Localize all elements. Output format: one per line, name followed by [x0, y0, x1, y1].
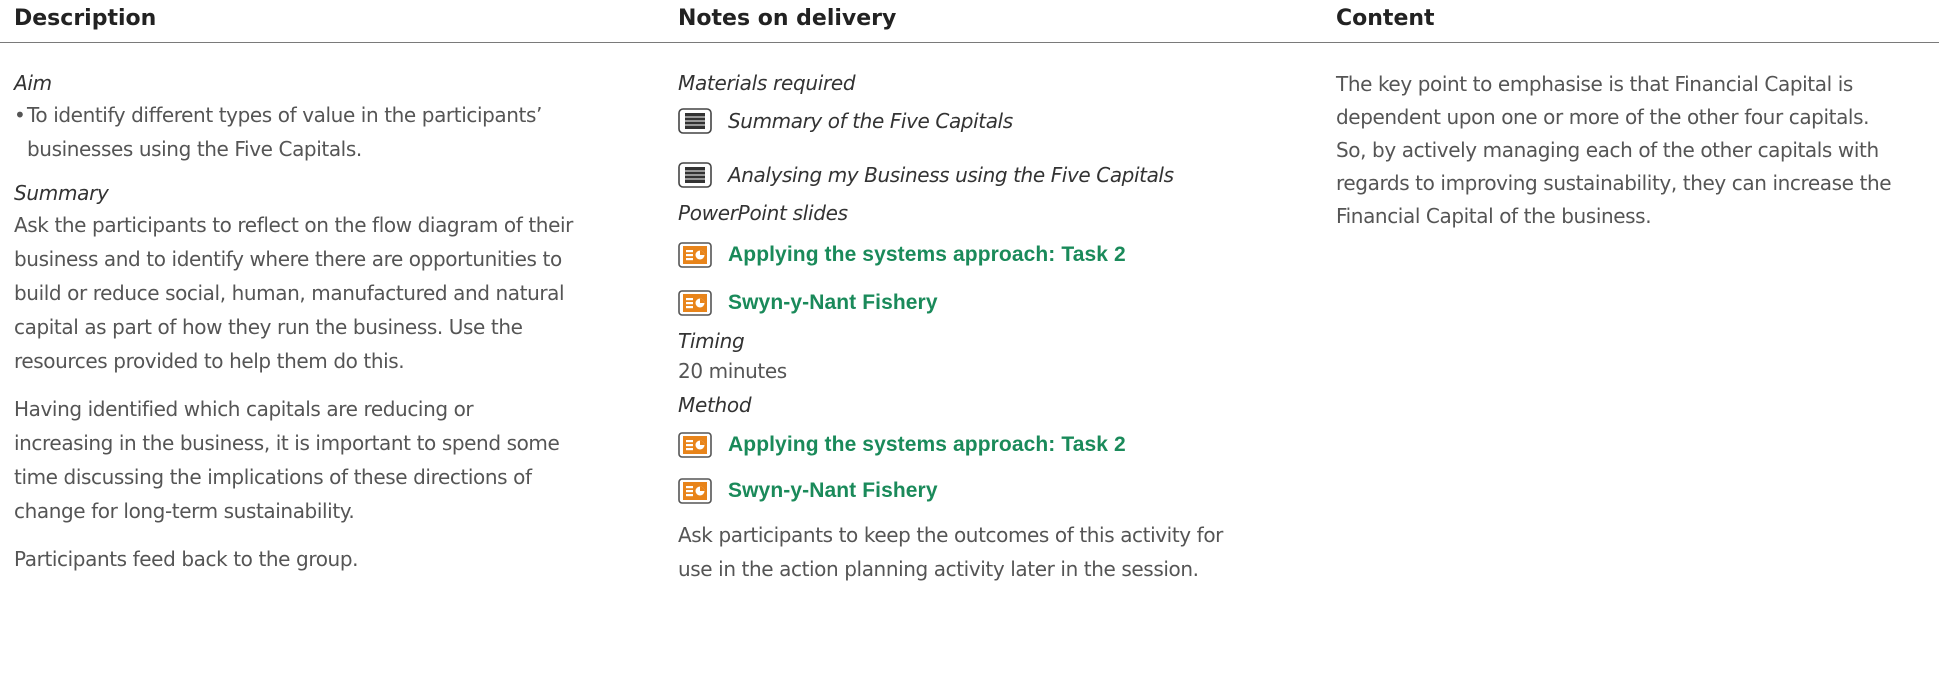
- summary-paragraph-1: Ask the participants to reflect on the f…: [14, 208, 634, 378]
- powerpoint-icon: [678, 478, 712, 504]
- ppt-slide-title: Applying the systems approach: Task 2: [728, 243, 1126, 266]
- method-slide-item[interactable]: Applying the systems approach: Task 2: [678, 422, 1278, 468]
- material-title: Summary of the Five Capitals: [728, 109, 1013, 133]
- summary-line: resources provided to help them do this.: [14, 349, 405, 373]
- summary-line: change for long-term sustainability.: [14, 499, 355, 523]
- method-text-line: Ask participants to keep the outcomes of…: [678, 523, 1223, 547]
- powerpoint-icon: [678, 290, 712, 316]
- powerpoint-icon: [678, 242, 712, 268]
- materials-label: Materials required: [678, 71, 856, 95]
- content-line: The key point to emphasise is that Finan…: [1336, 72, 1853, 96]
- aim-bullet: • To identify different types of value in…: [14, 98, 634, 166]
- summary-line: business and to identify where there are…: [14, 247, 562, 271]
- header-description: Description: [14, 6, 157, 31]
- powerpoint-icon: [678, 432, 712, 458]
- aim-bullet-line: To identify different types of value in …: [27, 103, 542, 127]
- summary-paragraph-2: Having identified which capitals are red…: [14, 392, 634, 528]
- summary-line: increasing in the business, it is import…: [14, 431, 560, 455]
- material-item[interactable]: Analysing my Business using the Five Cap…: [678, 152, 1278, 198]
- summary-line: Having identified which capitals are red…: [14, 397, 474, 421]
- content-line: Financial Capital of the business.: [1336, 204, 1652, 228]
- description-column: Aim • To identify different types of valu…: [14, 68, 634, 576]
- ppt-slide-item[interactable]: Swyn-y-Nant Fishery: [678, 280, 1278, 326]
- method-slide-title: Swyn-y-Nant Fishery: [728, 479, 938, 502]
- content-line: regards to improving sustainability, the…: [1336, 171, 1892, 195]
- ppt-slide-title: Swyn-y-Nant Fishery: [728, 291, 938, 314]
- content-column: The key point to emphasise is that Finan…: [1336, 68, 1936, 233]
- method-slide-title: Applying the systems approach: Task 2: [728, 433, 1126, 456]
- ppt-slide-item[interactable]: Applying the systems approach: Task 2: [678, 232, 1278, 278]
- content-line: dependent upon one or more of the other …: [1336, 105, 1870, 129]
- content-text: The key point to emphasise is that Finan…: [1336, 68, 1936, 233]
- content-line: So, by actively managing each of the oth…: [1336, 138, 1879, 162]
- document-icon: [678, 108, 712, 134]
- summary-paragraph-3: Participants feed back to the group.: [14, 547, 359, 571]
- notes-column: Materials required Summary of the Five C…: [678, 68, 1278, 586]
- summary-line: Ask the participants to reflect on the f…: [14, 213, 573, 237]
- timing-value: 20 minutes: [678, 359, 787, 383]
- timing-label: Timing: [678, 329, 745, 353]
- powerpoint-label: PowerPoint slides: [678, 201, 848, 225]
- header-notes-on-delivery: Notes on delivery: [678, 6, 897, 31]
- summary-line: capital as part of how they run the busi…: [14, 315, 523, 339]
- bullet-dot-icon: •: [14, 103, 26, 127]
- aim-label: Aim: [14, 71, 52, 95]
- summary-line: time discussing the implications of thes…: [14, 465, 532, 489]
- material-title: Analysing my Business using the Five Cap…: [728, 163, 1174, 187]
- method-slide-item[interactable]: Swyn-y-Nant Fishery: [678, 468, 1278, 514]
- summary-label: Summary: [14, 181, 109, 205]
- table-header: Description Notes on delivery Content: [0, 0, 1939, 43]
- aim-bullet-line: businesses using the Five Capitals.: [27, 137, 362, 161]
- material-item[interactable]: Summary of the Five Capitals: [678, 98, 1278, 144]
- method-label: Method: [678, 393, 752, 417]
- method-text-line: use in the action planning activity late…: [678, 557, 1199, 581]
- method-text: Ask participants to keep the outcomes of…: [678, 518, 1278, 586]
- header-content: Content: [1336, 6, 1435, 31]
- document-icon: [678, 162, 712, 188]
- summary-line: build or reduce social, human, manufactu…: [14, 281, 565, 305]
